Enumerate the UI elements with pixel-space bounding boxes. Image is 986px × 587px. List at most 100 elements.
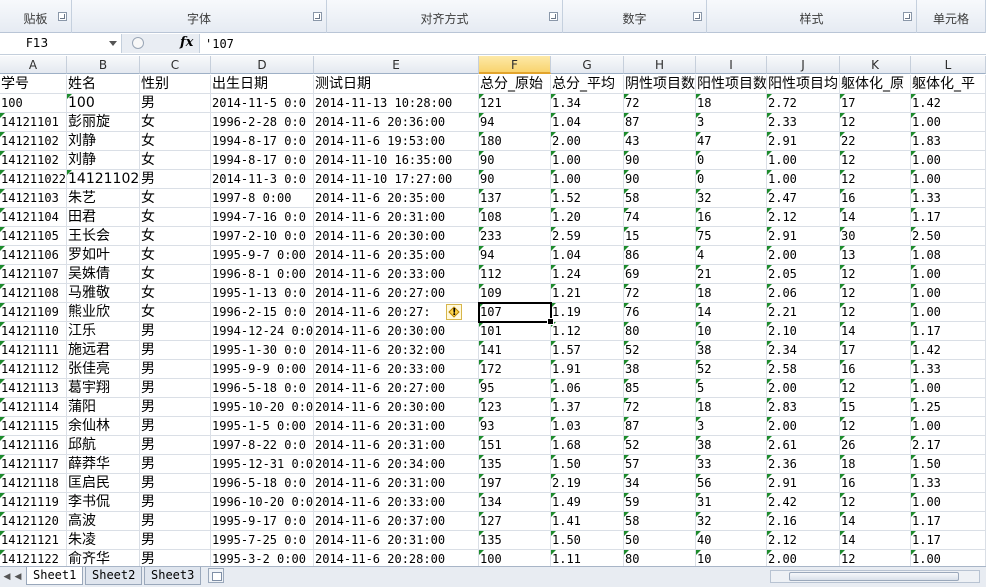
insert-sheet-icon[interactable]	[208, 568, 224, 583]
table-cell[interactable]: 14121117	[0, 455, 67, 474]
table-cell[interactable]: 1.25	[911, 398, 986, 417]
table-cell[interactable]: 14121104	[0, 208, 67, 227]
table-cell[interactable]: 男	[140, 455, 211, 474]
table-cell[interactable]: 14121102	[0, 151, 67, 170]
table-cell[interactable]: 1.33	[911, 189, 986, 208]
table-cell[interactable]: 14121118	[0, 474, 67, 493]
column-header[interactable]: E	[314, 56, 479, 74]
first-sheet-icon[interactable]: ◀	[2, 571, 12, 583]
table-cell[interactable]: 14121112	[0, 360, 67, 379]
table-cell[interactable]: 2.12	[767, 208, 840, 227]
table-cell[interactable]: 2014-11-6 20:31:00	[314, 531, 479, 550]
table-cell[interactable]: 14	[840, 531, 911, 550]
table-cell[interactable]: 58	[624, 512, 696, 531]
table-cell[interactable]: 1.37	[551, 398, 624, 417]
table-cell[interactable]: 17	[840, 94, 911, 113]
table-cell[interactable]: 14121121	[0, 531, 67, 550]
table-cell[interactable]: 12	[840, 284, 911, 303]
table-cell[interactable]: 31	[696, 493, 767, 512]
table-cell[interactable]: 21	[696, 265, 767, 284]
table-cell[interactable]: 1996-8-1 0:00	[211, 265, 314, 284]
column-header[interactable]: D	[211, 56, 314, 74]
table-cell[interactable]: 137	[479, 189, 551, 208]
table-cell[interactable]: 76	[624, 303, 696, 322]
column-header[interactable]: J	[767, 56, 840, 74]
table-cell[interactable]: 14121101	[0, 113, 67, 132]
table-cell[interactable]: 1995-12-31 0:0	[211, 455, 314, 474]
table-cell[interactable]: 2.83	[767, 398, 840, 417]
table-cell[interactable]: 47	[696, 132, 767, 151]
table-cell[interactable]: 12	[840, 417, 911, 436]
table-cell[interactable]: 14	[840, 512, 911, 531]
table-cell[interactable]: 2014-11-6 20:37:00	[314, 512, 479, 531]
table-cell[interactable]: 14121110	[0, 322, 67, 341]
table-cell[interactable]: 田君	[67, 208, 140, 227]
table-cell[interactable]: 男	[140, 398, 211, 417]
table-cell[interactable]: 2.10	[767, 322, 840, 341]
table-cell[interactable]: 14121115	[0, 417, 67, 436]
table-cell[interactable]: 女	[140, 265, 211, 284]
table-cell[interactable]: 2.36	[767, 455, 840, 474]
column-header[interactable]: I	[696, 56, 767, 74]
table-cell[interactable]: 14121114	[0, 398, 67, 417]
table-cell[interactable]: 5	[696, 379, 767, 398]
table-cell[interactable]: 1995-7-25 0:0	[211, 531, 314, 550]
table-cell[interactable]: 2014-11-6 20:27:00	[314, 379, 479, 398]
table-cell[interactable]: 1.04	[551, 113, 624, 132]
horizontal-scrollbar[interactable]	[770, 570, 980, 583]
table-cell[interactable]: 罗如叶	[67, 246, 140, 265]
table-cell[interactable]: 2014-11-6 20:32:00	[314, 341, 479, 360]
table-cell[interactable]: 薛莽华	[67, 455, 140, 474]
table-cell[interactable]: 刘静	[67, 151, 140, 170]
table-cell[interactable]: 1995-9-9 0:00	[211, 360, 314, 379]
column-header[interactable]: K	[840, 56, 911, 74]
table-cell[interactable]: 14121120	[0, 512, 67, 531]
header-cell[interactable]: 姓名	[67, 75, 140, 94]
table-cell[interactable]: 2.61	[767, 436, 840, 455]
table-cell[interactable]: 87	[624, 113, 696, 132]
dialog-launcher-icon[interactable]	[903, 12, 912, 21]
table-cell[interactable]: 1997-2-10 0:0	[211, 227, 314, 246]
header-cell[interactable]: 躯体化_原	[840, 75, 911, 94]
column-header[interactable]: C	[140, 56, 211, 74]
table-cell[interactable]: 1.00	[911, 417, 986, 436]
header-cell[interactable]: 性别	[140, 75, 211, 94]
table-cell[interactable]: 1997-8-22 0:0	[211, 436, 314, 455]
table-cell[interactable]: 108	[479, 208, 551, 227]
table-cell[interactable]: 女	[140, 246, 211, 265]
table-cell[interactable]: 14121105	[0, 227, 67, 246]
table-cell[interactable]: 男	[140, 531, 211, 550]
column-header[interactable]: L	[911, 56, 986, 74]
table-cell[interactable]: 14121116	[0, 436, 67, 455]
table-cell[interactable]: 1.00	[911, 284, 986, 303]
table-cell[interactable]: 12	[840, 493, 911, 512]
table-cell[interactable]: 张佳亮	[67, 360, 140, 379]
table-cell[interactable]: 邱航	[67, 436, 140, 455]
table-cell[interactable]: 2014-11-6 20:31:00	[314, 417, 479, 436]
table-cell[interactable]: 2.12	[767, 531, 840, 550]
column-header[interactable]: F	[479, 56, 551, 74]
table-cell[interactable]: 233	[479, 227, 551, 246]
table-cell[interactable]: 熊业欣	[67, 303, 140, 322]
table-cell[interactable]: 吴姝倩	[67, 265, 140, 284]
table-cell[interactable]: 2.16	[767, 512, 840, 531]
table-cell[interactable]: 朱凌	[67, 531, 140, 550]
table-cell[interactable]: 12	[840, 151, 911, 170]
table-cell[interactable]: 90	[479, 170, 551, 189]
table-cell[interactable]: 2014-11-6 19:53:00	[314, 132, 479, 151]
table-cell[interactable]: 18	[696, 284, 767, 303]
table-cell[interactable]: 2014-11-6 20:31:00	[314, 436, 479, 455]
table-cell[interactable]: 1.12	[551, 322, 624, 341]
table-cell[interactable]: 2014-11-6 20:27:00	[314, 284, 479, 303]
table-cell[interactable]: 男	[140, 474, 211, 493]
table-cell[interactable]: 38	[696, 341, 767, 360]
table-cell[interactable]: 2014-11-3 0:0	[211, 170, 314, 189]
table-cell[interactable]: 32	[696, 189, 767, 208]
dialog-launcher-icon[interactable]	[58, 12, 67, 21]
table-cell[interactable]: 1.03	[551, 417, 624, 436]
table-cell[interactable]: 12	[840, 265, 911, 284]
table-cell[interactable]: 43	[624, 132, 696, 151]
table-cell[interactable]: 2.00	[551, 132, 624, 151]
table-cell[interactable]: 2014-11-6 20:35:00	[314, 189, 479, 208]
header-cell[interactable]: 出生日期	[211, 75, 314, 94]
